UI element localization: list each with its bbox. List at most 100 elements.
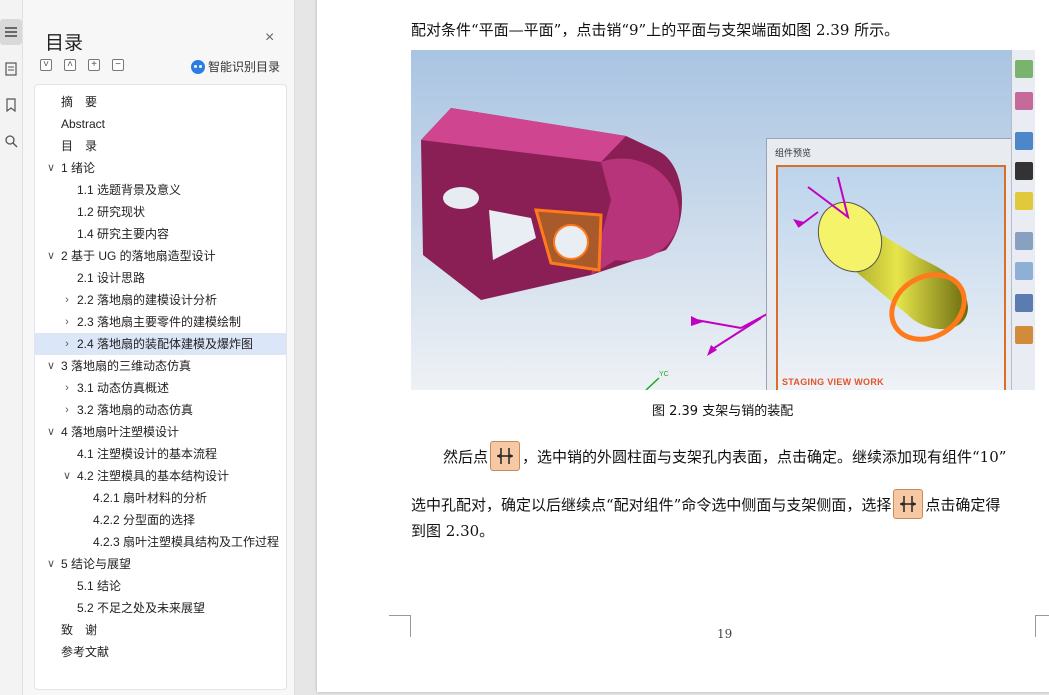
help-icon[interactable] [1015, 192, 1033, 210]
page-corner-mark-left [389, 615, 411, 637]
toc-item[interactable]: ∨ 4.2 注塑模具的基本结构设计 [35, 465, 286, 487]
toc-item-label: Abstract [61, 117, 106, 131]
toc-item-label: 5.1 结论 [77, 579, 122, 593]
toc-item[interactable]: 1.4 研究主要内容 [35, 223, 286, 245]
toc-item[interactable]: › 2.3 落地扇主要零件的建模绘制 [35, 311, 286, 333]
toc-item-label: 摘 要 [61, 95, 98, 109]
toc-item-label: 目 录 [61, 139, 98, 153]
toc-item[interactable]: ∨ 2 基于 UG 的落地扇造型设计 [35, 245, 286, 267]
chevron-right-icon[interactable]: › [61, 311, 73, 333]
chevron-right-icon[interactable]: › [61, 289, 73, 311]
toc-item-label: 2.4 落地扇的装配体建模及爆炸图 [77, 337, 254, 351]
figure-caption: 图 2.39 支架与销的装配 [652, 404, 794, 419]
toc-item[interactable]: 1.2 研究现状 [35, 201, 286, 223]
toc-item[interactable]: 致 谢 [35, 619, 286, 641]
assembly-tree-icon[interactable] [1015, 60, 1033, 78]
toc-item-label: 5 结论与展望 [61, 557, 132, 571]
toc-item[interactable]: Abstract [35, 113, 286, 135]
cad-side-toolbar [1011, 50, 1035, 390]
toc-item[interactable]: 参考文献 [35, 641, 286, 663]
toc-item[interactable]: 4.1 注塑模设计的基本流程 [35, 443, 286, 465]
toc-item[interactable]: 5.2 不足之处及未来展望 [35, 597, 286, 619]
cad-figure[interactable]: YC 组件预览 STAGING VIEW WORK [411, 50, 1035, 390]
toc-item[interactable]: › 3.1 动态仿真概述 [35, 377, 286, 399]
toc-item[interactable]: › 2.4 落地扇的装配体建模及爆炸图 [35, 333, 286, 355]
smart-toc-button[interactable]: 智能识别目录 [191, 58, 280, 75]
chevron-down-icon[interactable]: ∨ [45, 421, 57, 443]
history-icon[interactable] [1015, 232, 1033, 250]
toc-item[interactable]: 摘 要 [35, 91, 286, 113]
toc-item-label: 4.2.2 分型面的选择 [93, 513, 196, 527]
toc-item[interactable]: ∨ 1 绪论 [35, 157, 286, 179]
chevron-down-icon[interactable]: ∨ [45, 355, 57, 377]
web-browser-icon[interactable] [1015, 132, 1033, 150]
toc-item-label: 3.2 落地扇的动态仿真 [77, 403, 194, 417]
smart-recognize-icon [191, 59, 205, 74]
document-page: 配对条件“平面—平面”，点击销“9”上的平面与支架端面如图 2.39 所示。 Y… [317, 0, 1049, 692]
toc-item[interactable]: ∨ 4 落地扇叶注塑模设计 [35, 421, 286, 443]
process-studio-icon[interactable] [1015, 294, 1033, 312]
close-icon[interactable]: × [265, 30, 274, 46]
remove-heading-icon[interactable]: − [112, 59, 124, 71]
system-materials-icon[interactable] [1015, 326, 1033, 344]
toc-panel: 目录 × ˅ ˄ + − 智能识别目录 摘 要 Abstract 目 录 ∨ 1 绪论 1… [23, 0, 295, 695]
toc-item[interactable]: › 3.2 落地扇的动态仿真 [35, 399, 286, 421]
mate-constraint-icon [490, 441, 521, 471]
preview-viewport: STAGING VIEW WORK [776, 165, 1006, 390]
left-rail [0, 0, 23, 695]
toc-item[interactable]: 2.1 设计思路 [35, 267, 286, 289]
toc-item-label: 2.2 落地扇的建模设计分析 [77, 293, 218, 307]
toc-item-label: 1 绪论 [61, 161, 96, 175]
toc-item-label: 3 落地扇的三维动态仿真 [61, 359, 192, 373]
toc-item[interactable]: 1.1 选题背景及意义 [35, 179, 286, 201]
chevron-down-icon[interactable]: ∨ [61, 465, 73, 487]
toc-title: 目录 [45, 32, 84, 54]
toc-item[interactable]: 4.2.3 扇叶注塑模具结构及工作过程 [35, 531, 286, 553]
toc-item[interactable]: ∨ 5 结论与展望 [35, 553, 286, 575]
toc-item[interactable]: › 2.2 落地扇的建模设计分析 [35, 289, 286, 311]
toc-item[interactable]: 4.2.1 扇叶材料的分析 [35, 487, 286, 509]
toc-item[interactable]: 4.2.2 分型面的选择 [35, 509, 286, 531]
chevron-down-icon[interactable]: ∨ [45, 245, 57, 267]
constraint-navigator-icon[interactable] [1015, 92, 1033, 110]
para-b-prefix: 选中孔配对，确定以后继续点“配对组件”命令选中侧面与支架侧面，选择 [411, 496, 892, 514]
para-b-suffix: 点击确定得 [925, 496, 1001, 514]
component-preview-window[interactable]: 组件预览 STAGING VIEW WORK [766, 138, 1016, 390]
para-a-prefix: 然后点 [443, 448, 489, 466]
bookmark-icon[interactable] [0, 92, 22, 118]
toc-item-label: 1.1 选题背景及意义 [77, 183, 182, 197]
toc-item[interactable]: ∨ 3 落地扇的三维动态仿真 [35, 355, 286, 377]
chevron-down-icon[interactable]: ∨ [45, 157, 57, 179]
paragraph-line-4: 到图 2.30。 [411, 522, 495, 540]
collapse-all-icon[interactable]: ˄ [64, 59, 76, 71]
toc-view-icon[interactable] [0, 19, 22, 45]
toc-item-label: 2.1 设计思路 [77, 271, 146, 285]
roles-icon[interactable] [1015, 162, 1033, 180]
page-thumbnail-icon[interactable] [0, 56, 22, 82]
toc-item[interactable]: 目 录 [35, 135, 286, 157]
chevron-right-icon[interactable]: › [61, 399, 73, 421]
axis-label: YC [659, 371, 669, 378]
find-icon[interactable] [0, 128, 22, 154]
paragraph-line-2: 然后点 ，选中销的外圆柱面与支架孔内表面，点击确定。继续添加现有组件“10” [443, 441, 1006, 471]
toc-item-label: 2.3 落地扇主要零件的建模绘制 [77, 315, 242, 329]
page-corner-mark-right [1035, 615, 1049, 637]
preview-footer-label: STAGING VIEW WORK [782, 377, 884, 387]
expand-all-icon[interactable]: ˅ [40, 59, 52, 71]
toc-item-label: 4.2.1 扇叶材料的分析 [93, 491, 208, 505]
add-heading-icon[interactable]: + [88, 59, 100, 71]
part-list-icon[interactable] [1015, 262, 1033, 280]
chevron-right-icon[interactable]: › [61, 333, 73, 355]
pin-preview-image [793, 176, 968, 342]
toc-item[interactable]: 5.1 结论 [35, 575, 286, 597]
toc-item-label: 4.2.3 扇叶注塑模具结构及工作过程 [93, 535, 280, 549]
toc-item-label: 3.1 动态仿真概述 [77, 381, 170, 395]
chevron-down-icon[interactable]: ∨ [45, 553, 57, 575]
paragraph-line-1: 配对条件“平面—平面”，点击销“9”上的平面与支架端面如图 2.39 所示。 [411, 21, 900, 39]
toc-item-label: 参考文献 [61, 645, 110, 659]
paragraph-line-3: 选中孔配对，确定以后继续点“配对组件”命令选中侧面与支架侧面，选择 点击确定得 [411, 489, 1000, 519]
smart-toc-label: 智能识别目录 [208, 60, 281, 74]
toc-item-label: 4.1 注塑模设计的基本流程 [77, 447, 218, 461]
chevron-right-icon[interactable]: › [61, 377, 73, 399]
preview-title: 组件预览 [775, 148, 812, 158]
